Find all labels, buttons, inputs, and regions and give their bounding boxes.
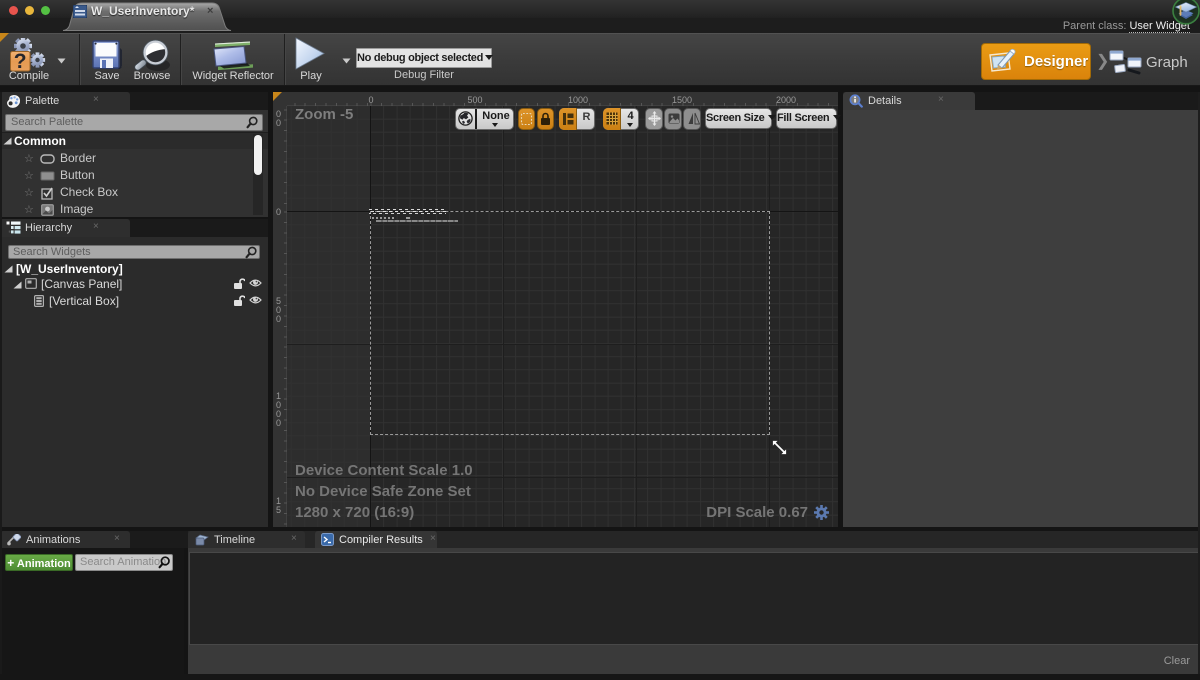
- svg-text:?: ?: [14, 50, 27, 72]
